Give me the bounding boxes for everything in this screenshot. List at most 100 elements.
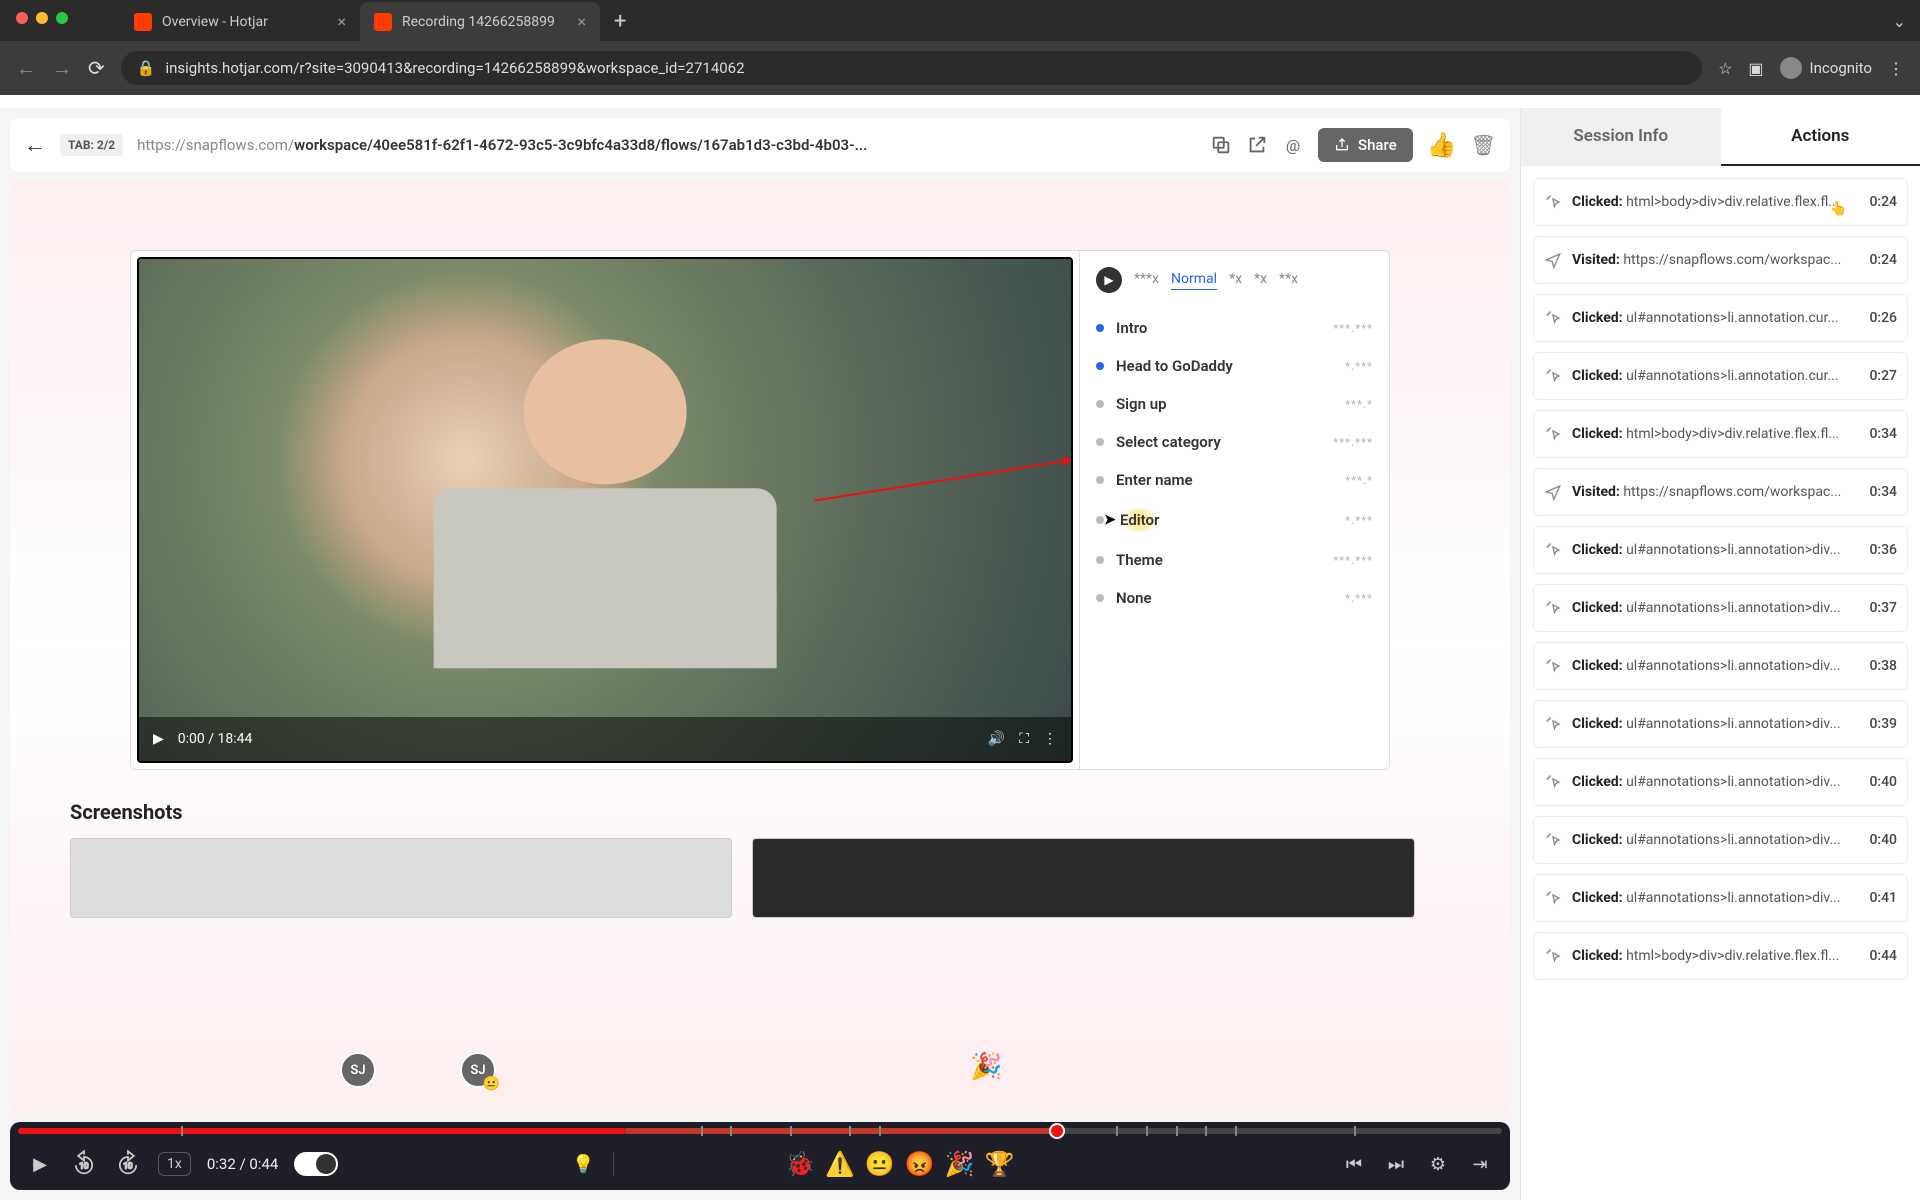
close-icon[interactable]: × — [337, 12, 346, 31]
window-minimize[interactable] — [36, 12, 48, 24]
flow-step[interactable]: Select category***.*** — [1096, 423, 1373, 461]
lightbulb-icon[interactable]: 💡 — [569, 1150, 597, 1178]
action-item[interactable]: Visited: https://snapflows.com/workspac.… — [1533, 468, 1908, 516]
volume-icon[interactable]: 🔊 — [988, 731, 1005, 747]
thumbs-up-button[interactable]: 👍 — [1427, 131, 1457, 159]
timeline-tick — [849, 1126, 851, 1136]
timeline-reaction-icon[interactable]: 🎉 — [970, 1052, 1002, 1082]
settings-icon[interactable]: ⚙ — [1424, 1150, 1452, 1178]
playback-time: 0:32 / 0:44 — [207, 1155, 278, 1173]
browser-tab[interactable]: Recording 14266258899 × — [360, 2, 600, 41]
step-waveform: *.*** — [1345, 514, 1373, 527]
new-tab-button[interactable]: + — [600, 9, 640, 34]
forward-button[interactable]: → — [52, 56, 72, 81]
reaction-button[interactable]: 🏆 — [985, 1150, 1015, 1178]
reload-button[interactable]: ⟳ — [88, 56, 105, 80]
action-item[interactable]: Clicked: ul#annotations>li.annotation>di… — [1533, 758, 1908, 806]
step-label: Sign up — [1116, 395, 1167, 413]
share-button[interactable]: Share — [1318, 128, 1413, 162]
timeline[interactable] — [10, 1122, 1510, 1138]
menu-icon[interactable]: ⋮ — [1888, 59, 1904, 78]
next-recording-button[interactable]: ⏭ — [1382, 1150, 1410, 1178]
reaction-emojis: 🐞 ⚠️ 😐 😡 🎉 🏆 — [785, 1150, 1014, 1178]
speed-selector[interactable]: 1x — [158, 1152, 191, 1176]
screenshot-thumb[interactable] — [752, 838, 1414, 918]
flow-step[interactable]: Sign up***.* — [1096, 385, 1373, 423]
browser-tab[interactable]: Overview - Hotjar × — [120, 2, 360, 41]
video-player[interactable]: ▶ 0:00 / 18:44 🔊 ⛶ ⋮ — [137, 257, 1073, 763]
window-close[interactable] — [16, 12, 28, 24]
collapse-panel-icon[interactable]: ⇥ — [1466, 1150, 1494, 1178]
sidebar-tab[interactable]: **x — [1279, 271, 1298, 289]
flow-step[interactable]: Head to GoDaddy*.*** — [1096, 347, 1373, 385]
tab-count-badge: TAB: 2/2 — [60, 134, 123, 156]
flow-step[interactable]: Editor➤*.*** — [1096, 499, 1373, 541]
incognito-badge[interactable]: Incognito — [1780, 57, 1872, 79]
app: ← TAB: 2/2 https://snapflows.com/workspa… — [0, 108, 1920, 1200]
step-label: Select category — [1116, 433, 1221, 451]
skip-toggle[interactable] — [294, 1152, 338, 1176]
reaction-button[interactable]: 😐 — [865, 1150, 895, 1178]
back-button[interactable]: ← — [16, 56, 36, 81]
timeline-avatar[interactable]: SJ — [340, 1052, 376, 1088]
action-item[interactable]: Clicked: html>body>div>div.relative.flex… — [1533, 410, 1908, 458]
screenshot-thumb[interactable] — [70, 838, 732, 918]
timeline-avatar[interactable]: SJ😐 — [460, 1052, 496, 1088]
action-item[interactable]: Clicked: ul#annotations>li.annotation.cu… — [1533, 294, 1908, 342]
more-icon[interactable]: ⋮ — [1043, 731, 1057, 747]
reaction-button[interactable]: 🐞 — [785, 1150, 815, 1178]
action-item[interactable]: Clicked: ul#annotations>li.annotation>di… — [1533, 700, 1908, 748]
mini-play-button[interactable]: ▶ — [1096, 267, 1122, 293]
reaction-button[interactable]: 🎉 — [945, 1150, 975, 1178]
sidebar-tab[interactable]: Normal — [1171, 271, 1217, 290]
action-item[interactable]: Clicked: ul#annotations>li.annotation>di… — [1533, 816, 1908, 864]
action-item[interactable]: Clicked: ul#annotations>li.annotation>di… — [1533, 874, 1908, 922]
action-item[interactable]: Clicked: html>body>div>div.relative.flex… — [1533, 932, 1908, 980]
step-dot-icon — [1096, 324, 1104, 332]
flow-step[interactable]: None*.*** — [1096, 579, 1373, 617]
action-item[interactable]: Visited: https://snapflows.com/workspac.… — [1533, 236, 1908, 284]
right-panel-tabs: Session Info Actions — [1521, 108, 1920, 166]
action-item[interactable]: Clicked: ul#annotations>li.annotation>di… — [1533, 584, 1908, 632]
recording-topbar: ← TAB: 2/2 https://snapflows.com/workspa… — [10, 118, 1510, 172]
sidebar-tab[interactable]: *x — [1254, 271, 1267, 289]
tab-session-info[interactable]: Session Info — [1521, 108, 1721, 166]
avatar-reaction-icon: 😐 — [483, 1076, 500, 1092]
close-icon[interactable]: × — [577, 12, 586, 31]
action-item[interactable]: Clicked: ul#annotations>li.annotation>di… — [1533, 642, 1908, 690]
delete-button[interactable]: 🗑 — [1471, 133, 1496, 157]
forward-10-button[interactable]: 10 — [114, 1150, 142, 1178]
back-arrow-button[interactable]: ← — [24, 132, 46, 158]
action-time: 0:34 — [1869, 484, 1897, 500]
chevron-down-icon[interactable]: ⌄ — [1879, 12, 1920, 31]
flow-step[interactable]: Enter name***.* — [1096, 461, 1373, 499]
step-dot-icon — [1096, 556, 1104, 564]
flow-step[interactable]: Intro***.*** — [1096, 309, 1373, 347]
timeline-handle[interactable] — [1049, 1123, 1065, 1139]
video-play-button[interactable]: ▶ — [153, 731, 164, 747]
copy-icon[interactable] — [1210, 134, 1232, 156]
reaction-button[interactable]: ⚠️ — [825, 1150, 855, 1178]
tab-actions[interactable]: Actions — [1721, 108, 1920, 166]
svg-text:10: 10 — [79, 1161, 89, 1171]
prev-recording-button[interactable]: ⏮ — [1340, 1150, 1368, 1178]
flow-step[interactable]: Theme***.*** — [1096, 541, 1373, 579]
window-zoom[interactable] — [56, 12, 68, 24]
play-button[interactable]: ▶ — [26, 1150, 54, 1178]
browser-chrome: Overview - Hotjar × Recording 1426625889… — [0, 0, 1920, 95]
action-item[interactable]: Clicked: ul#annotations>li.annotation>di… — [1533, 526, 1908, 574]
url-input[interactable]: 🔒 insights.hotjar.com/r?site=3090413&rec… — [121, 51, 1702, 85]
action-item[interactable]: Clicked: html>body>div>div.relative.flex… — [1533, 178, 1908, 226]
reaction-button[interactable]: 😡 — [905, 1150, 935, 1178]
fullscreen-icon[interactable]: ⛶ — [1019, 731, 1029, 747]
at-icon[interactable]: @ — [1282, 134, 1304, 156]
action-item[interactable]: Clicked: ul#annotations>li.annotation.cu… — [1533, 352, 1908, 400]
star-icon[interactable]: ☆ — [1718, 59, 1732, 78]
action-text: Clicked: html>body>div>div.relative.flex… — [1572, 426, 1859, 442]
sidebar-tab[interactable]: ***x — [1134, 271, 1159, 289]
rewind-10-button[interactable]: 10 — [70, 1150, 98, 1178]
sidebar-tab[interactable]: *x — [1229, 271, 1242, 289]
extension-icon[interactable]: ▣ — [1748, 59, 1763, 78]
actions-list[interactable]: Clicked: html>body>div>div.relative.flex… — [1521, 166, 1920, 1200]
open-external-icon[interactable] — [1246, 134, 1268, 156]
